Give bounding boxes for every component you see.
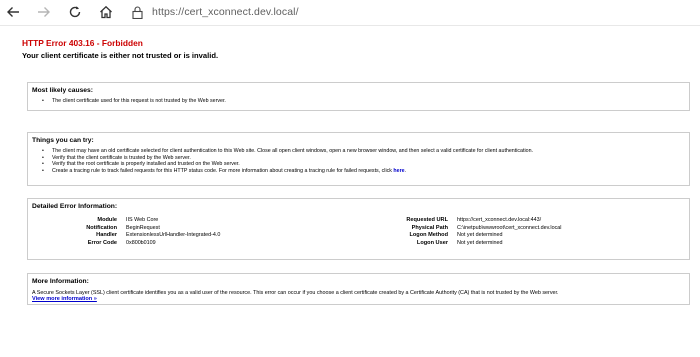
error-subtitle: Your client certificate is either not tr… <box>22 51 219 60</box>
try-panel: Things you can try: The client may have … <box>27 132 690 186</box>
list-item: Create a tracing rule to track failed re… <box>42 168 533 175</box>
detail-row: Logon Method Not yet determined <box>28 232 561 240</box>
detail-label: Requested URL <box>406 216 448 223</box>
try-list: The client may have an old certificate s… <box>42 148 533 175</box>
tracing-rule-text: Create a tracing rule to track failed re… <box>52 168 394 175</box>
more-info-text: A Secure Sockets Layer (SSL) client cert… <box>32 290 559 296</box>
list-item: The client may have an old certificate s… <box>42 148 533 155</box>
detail-row: Physical Path C:\inetpub\wwwroot\cert_xc… <box>28 224 562 232</box>
detail-value: Not yet determined <box>457 232 503 239</box>
here-link[interactable]: here <box>393 168 404 174</box>
home-icon <box>100 5 112 19</box>
list-item: Verify that the client certificate is tr… <box>42 155 533 162</box>
causes-title: Most likely causes: <box>32 87 93 94</box>
detail-label: Physical Path <box>411 224 448 231</box>
list-item: The client certificate used for this req… <box>42 98 226 105</box>
lock-icon[interactable] <box>130 4 144 20</box>
back-button[interactable] <box>2 2 24 22</box>
error-title: HTTP Error 403.16 - Forbidden <box>22 38 143 48</box>
more-info-panel: More Information: A Secure Sockets Layer… <box>27 273 690 305</box>
view-more-information-link[interactable]: View more information » <box>32 296 97 302</box>
browser-toolbar: https://cert_xconnect.dev.local/ <box>0 0 700 26</box>
detail-label: Logon Method <box>409 232 448 239</box>
reload-button[interactable] <box>64 2 86 22</box>
error-header: HTTP Error 403.16 - Forbidden Your clien… <box>22 38 682 61</box>
detail-label: Logon User <box>416 240 448 247</box>
try-title: Things you can try: <box>32 137 94 144</box>
details-right-column: Requested URL https://cert_xconnect.dev.… <box>28 216 561 247</box>
back-icon <box>7 7 19 17</box>
home-button[interactable] <box>95 2 117 22</box>
detail-value: Not yet determined <box>457 240 503 247</box>
list-item-end: . <box>404 168 407 175</box>
reload-icon <box>69 6 81 18</box>
list-item: Verify that the root certificate is prop… <box>42 161 533 168</box>
detail-value: C:\inetpub\wwwroot\cert_xconnect.dev.loc… <box>457 224 562 231</box>
forward-button[interactable] <box>33 2 55 22</box>
detail-row: Requested URL https://cert_xconnect.dev.… <box>28 216 561 224</box>
detail-row: Logon User Not yet determined <box>28 239 561 247</box>
forward-icon <box>38 7 50 17</box>
details-panel: Detailed Error Information: Module IIS W… <box>27 198 690 260</box>
details-title: Detailed Error Information: <box>32 203 118 210</box>
more-info-title: More Information: <box>32 278 89 285</box>
url-text[interactable]: https://cert_xconnect.dev.local/ <box>152 6 299 18</box>
causes-panel: Most likely causes: The client certifica… <box>27 82 690 111</box>
address-bar[interactable]: https://cert_xconnect.dev.local/ <box>130 2 690 22</box>
detail-value: https://cert_xconnect.dev.local:443/ <box>457 216 542 223</box>
causes-list: The client certificate used for this req… <box>42 98 226 105</box>
